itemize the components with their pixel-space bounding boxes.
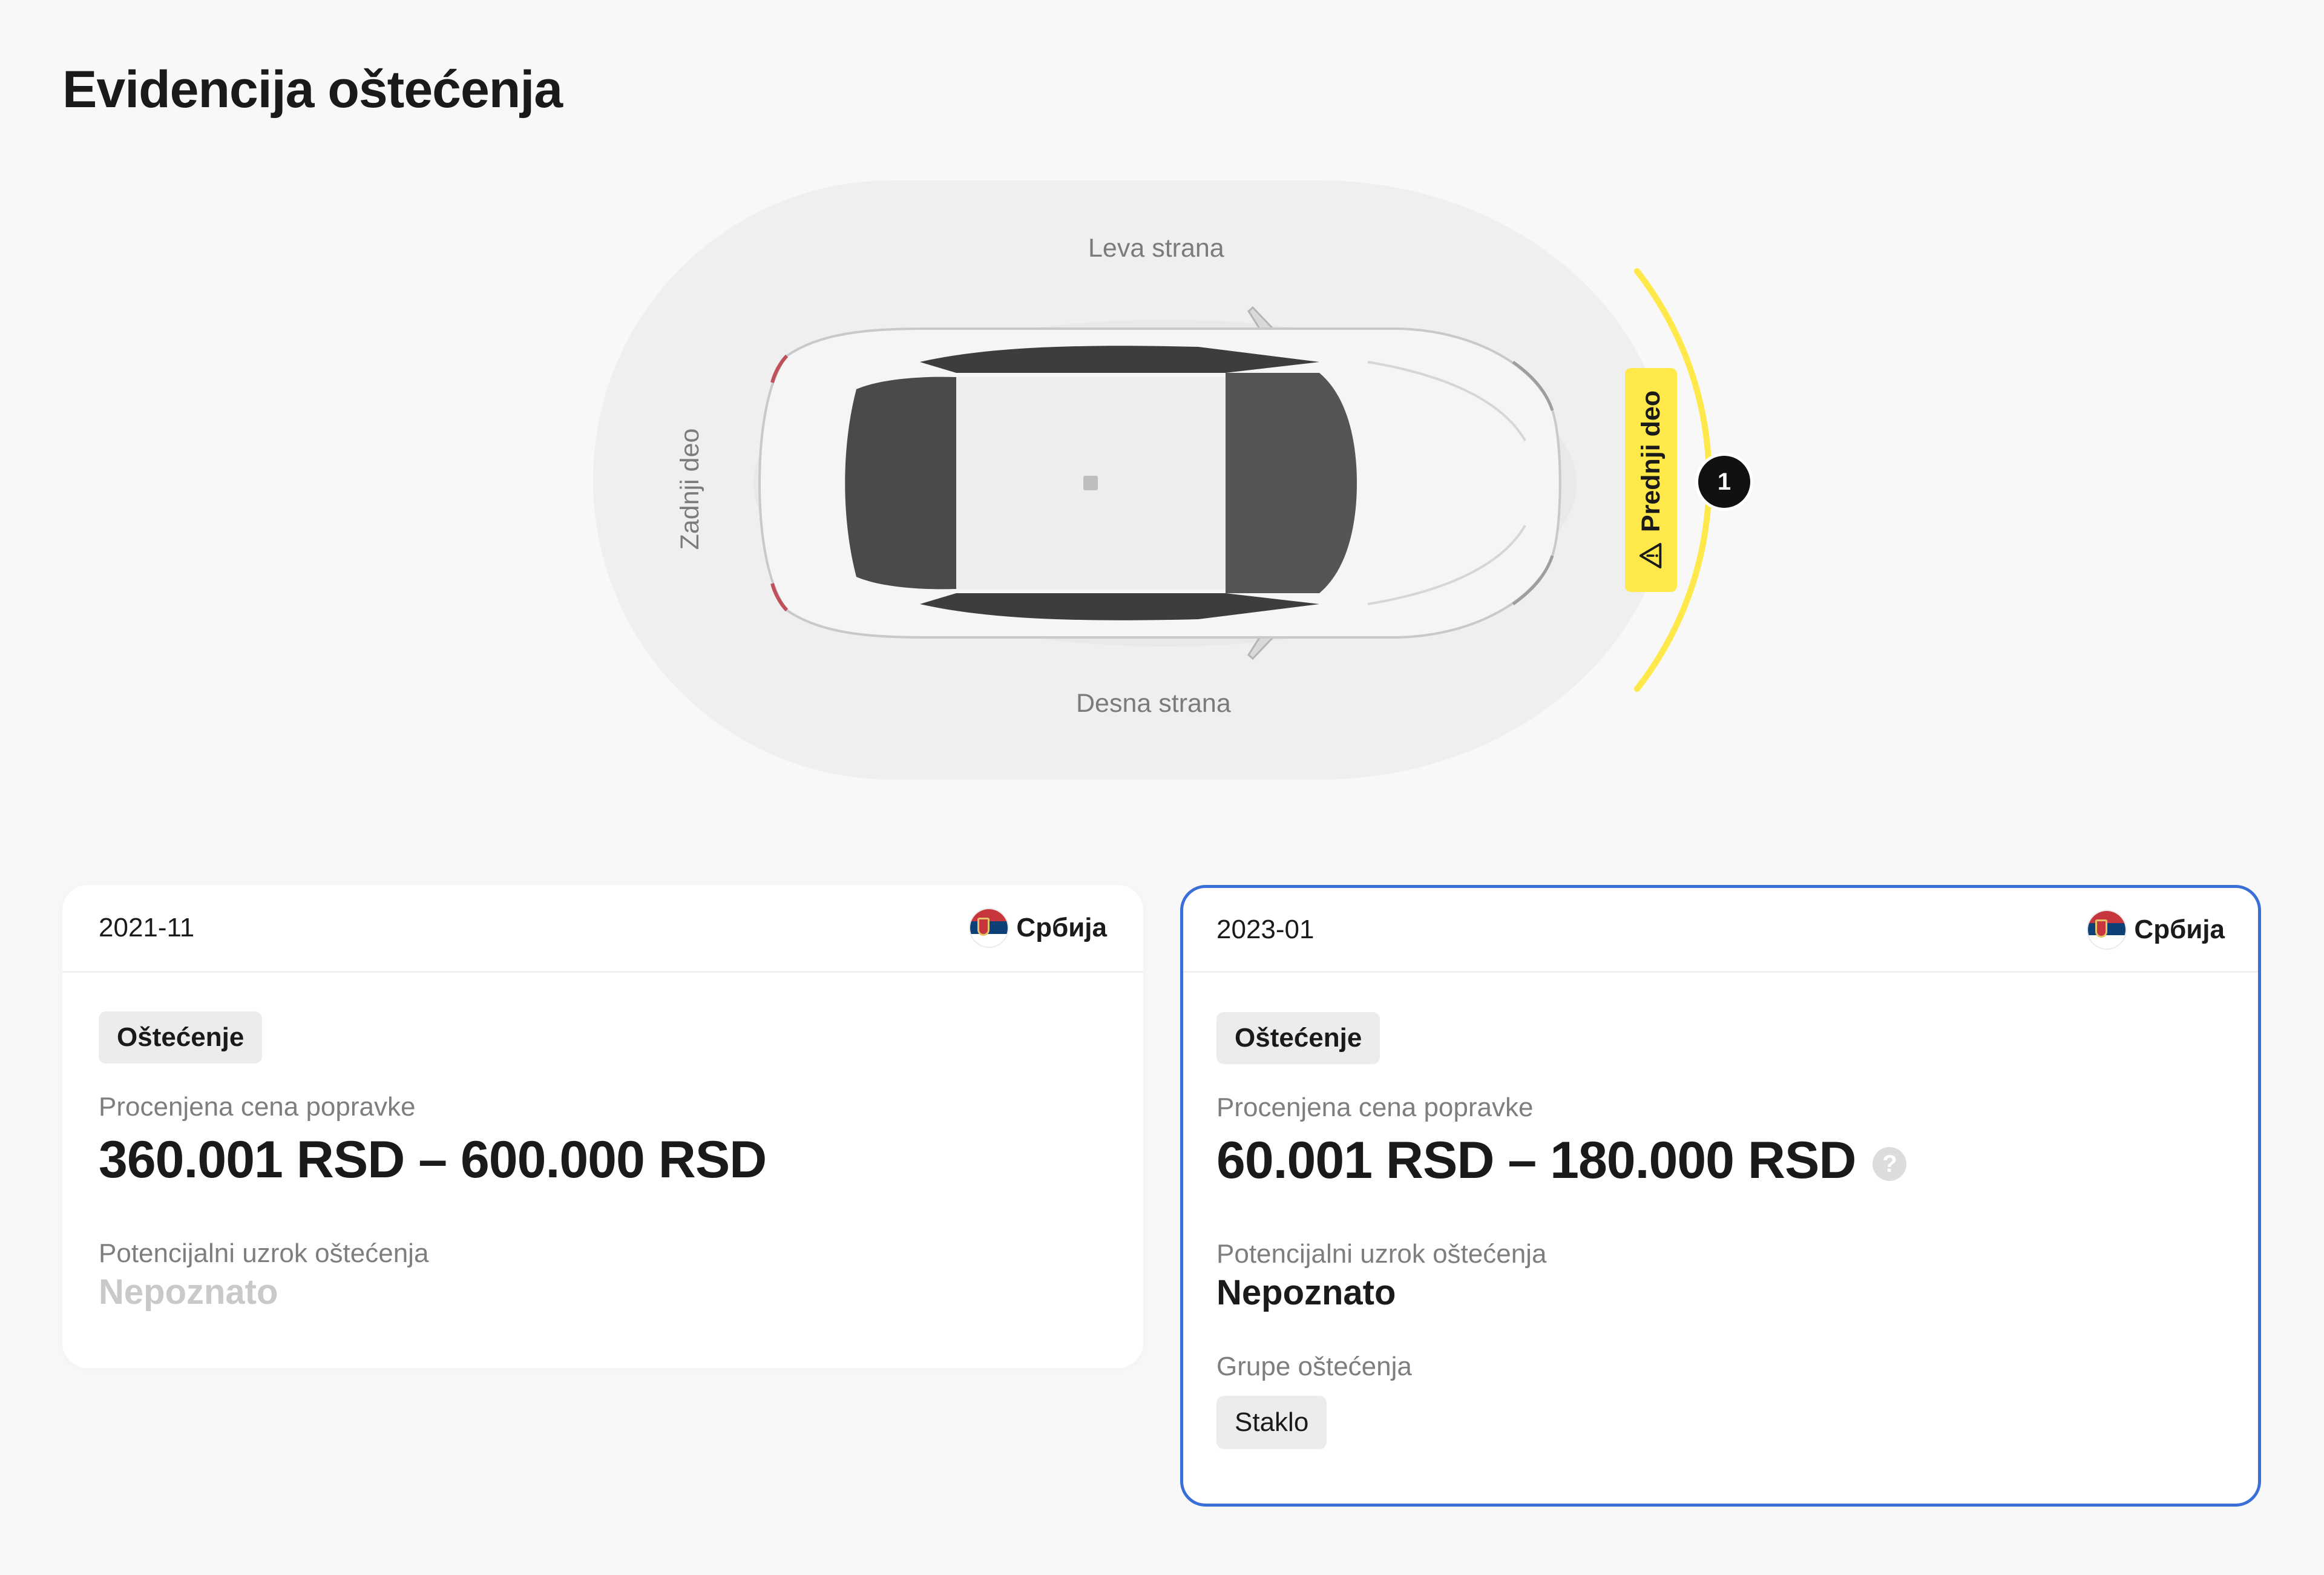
car-damage-diagram: Leva strana Desna strana Zadnji deo Pred… — [593, 180, 1750, 780]
card-fade-overlay — [62, 1314, 1143, 1368]
front-damage-count-marker[interactable]: 1 — [1698, 456, 1750, 508]
left-side-label: Leva strana — [1088, 234, 1224, 263]
record-country: Србија — [970, 909, 1107, 947]
damage-type-tag: Oštećenje — [99, 1011, 263, 1064]
right-side-label: Desna strana — [1076, 689, 1231, 718]
record-date: 2023-01 — [1216, 914, 1315, 944]
repair-price-range: 60.001 RSD – 180.000 RSD — [1216, 1131, 1856, 1189]
record-date: 2021-11 — [99, 913, 195, 942]
damage-group-tag: Staklo — [1216, 1396, 1327, 1449]
price-row: 360.001 RSD – 600.000 RSD — [99, 1126, 1107, 1193]
cause-value: Nepoznato — [1216, 1273, 1396, 1312]
card-header: 2023-01 Србија — [1183, 888, 2258, 973]
front-damage-badge[interactable]: Prednji deo — [1625, 368, 1677, 592]
serbia-flag-icon — [2088, 910, 2126, 949]
front-label: Prednji deo — [1636, 390, 1666, 533]
serbia-flag-icon — [970, 909, 1008, 947]
card-body: Oštećenje Procenjena cena popravke 360.0… — [62, 973, 1143, 1314]
price-row: 60.001 RSD – 180.000 RSD ? — [1216, 1127, 2225, 1194]
help-question-icon[interactable]: ? — [1873, 1147, 1907, 1181]
rear-label: Zadnji deo — [675, 428, 704, 550]
country-name: Србија — [2134, 914, 2225, 944]
page-title: Evidencija oštećenja — [62, 61, 563, 119]
damage-record-card-selected[interactable]: 2023-01 Србија Oštećenje Procenjena cena… — [1180, 885, 2261, 1507]
country-name: Србија — [1016, 913, 1107, 942]
car-top-view-icon — [753, 306, 1577, 660]
warning-triangle-icon — [1639, 542, 1662, 569]
damage-type-tag: Oštećenje — [1216, 1012, 1380, 1064]
damage-groups-label: Grupe oštećenja — [1216, 1352, 1412, 1381]
card-header: 2021-11 Србија — [62, 885, 1143, 973]
repair-price-range: 360.001 RSD – 600.000 RSD — [99, 1131, 767, 1189]
cause-value: Nepoznato — [99, 1272, 278, 1312]
price-label: Procenjena cena popravke — [99, 1092, 416, 1122]
card-body: Oštećenje Procenjena cena popravke 60.00… — [1183, 973, 2258, 1449]
record-country: Србија — [2088, 910, 2225, 949]
price-label: Procenjena cena popravke — [1216, 1093, 1534, 1122]
cause-label: Potencijalni uzrok oštećenja — [1216, 1239, 1547, 1269]
cause-label: Potencijalni uzrok oštećenja — [99, 1238, 429, 1268]
damage-record-card[interactable]: 2021-11 Србија Oštećenje Procenjena cena… — [62, 885, 1143, 1368]
